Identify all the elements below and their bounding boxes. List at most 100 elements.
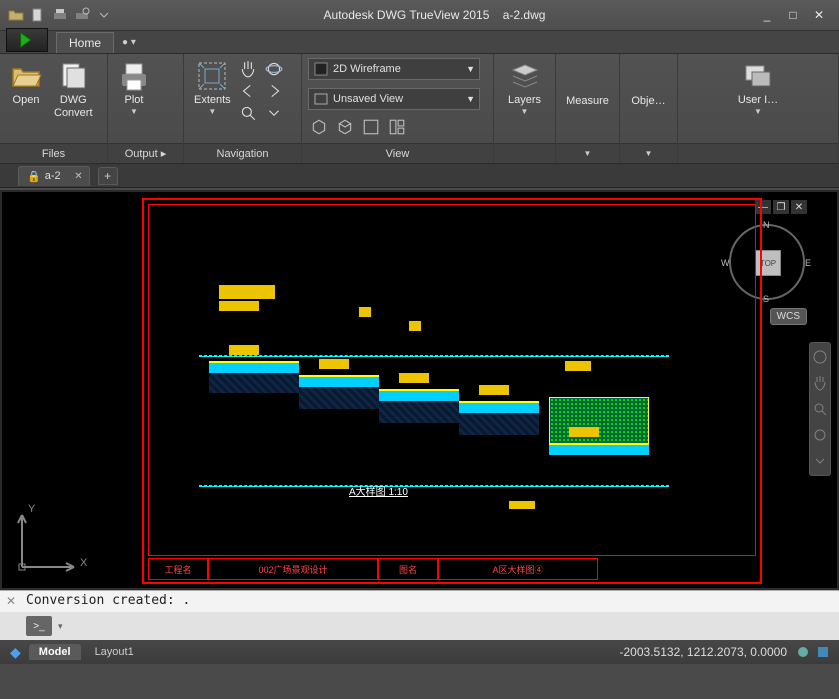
wcs-badge[interactable]: WCS [770,308,807,325]
ribbon-tab-row: Home ● ▾ [0,30,839,54]
doc-tab-label: a-2 [45,170,61,182]
measure-arrow[interactable]: ▼ [556,143,619,163]
minimize-button[interactable]: _ [757,7,777,23]
nav-pan-icon[interactable] [812,375,828,391]
title-bar: Autodesk DWG TrueView 2015 a-2.dwg _ □ ✕ [0,0,839,30]
ucs-icon: Y X [12,507,82,580]
panel-title-navigation: Navigation [184,143,301,163]
tb-field-3: 图名 [378,558,438,580]
dir-e[interactable]: E [805,258,811,268]
scale-caption: A大样图 1:10 [349,483,408,498]
title-filename: a-2.dwg [503,8,546,22]
visual-style-dropdown[interactable]: 2D Wireframe ▼ [308,58,480,80]
layout-indicator-icon: ◆ [10,644,21,661]
user-dropdown-icon[interactable]: ▼ [754,107,762,116]
qat-preview-icon[interactable] [74,7,90,23]
nav-more-icon[interactable] [265,104,283,122]
status-bar: ◆ Model Layout1 -2003.5132, 1212.2073, 0… [0,640,839,664]
nav-orbit-icon[interactable] [812,427,828,443]
plot-label: Plot [125,94,144,107]
qat-new-icon[interactable] [30,7,46,23]
layout-tab-model[interactable]: Model [29,644,81,660]
plot-dropdown-icon[interactable]: ▼ [130,107,138,116]
dwg-convert-button[interactable]: DWG Convert [50,58,97,122]
tab-home[interactable]: Home [56,32,114,53]
zoom-next-icon[interactable] [265,82,283,100]
named-view-label: Unsaved View [333,93,466,105]
tb-field-1: 工程名 [148,558,208,580]
tab-addins[interactable]: ● ▾ [122,37,136,48]
tb-field-4: A区大样图④ [438,558,598,580]
extents-label: Extents [194,94,231,107]
panel-output: Plot ▼ Output ▸ [108,54,184,163]
visual-style-icon [313,61,329,77]
nav-zoom-icon[interactable] [812,401,828,417]
doc-tab-close-icon[interactable]: ✕ [74,171,82,182]
close-button[interactable]: ✕ [809,7,829,23]
object-button[interactable]: Obje… [627,89,669,110]
pan-icon[interactable] [239,60,257,78]
status-icon-2[interactable] [815,644,831,660]
plot-button[interactable]: Plot ▼ [114,58,154,118]
ribbon: Open DWG Convert Files Plot ▼ Output ▸ E… [0,54,839,164]
document-tab-bar: 🔒 a-2 ✕ + [0,164,839,188]
user-interface-button[interactable]: User I… ▼ [734,58,782,118]
view-single-icon[interactable] [362,118,380,136]
nav-wheel-icon[interactable] [812,349,828,365]
panel-measure: Measure ▼ [556,54,620,163]
layout-tabs: ◆ Model Layout1 [0,644,144,661]
maximize-button[interactable]: □ [783,7,803,23]
panel-navigation: Extents ▼ Navigation [184,54,302,163]
object-arrow[interactable]: ▼ [620,143,677,163]
measure-button[interactable]: Measure [562,89,613,110]
lock-icon: 🔒 [27,170,41,183]
command-prompt[interactable]: >_ ▾ [0,612,839,640]
open-button[interactable]: Open [6,58,46,109]
drawing-viewport[interactable]: — ❐ ✕ TOP N E S W WCS [0,190,839,590]
vp-restore[interactable]: ❐ [773,200,789,214]
add-tab-button[interactable]: + [98,167,118,185]
qat-plot-icon[interactable] [52,7,68,23]
zoom-prev-icon[interactable] [239,82,257,100]
panel-title-files: Files [0,143,107,163]
app-menu-button[interactable] [6,28,48,52]
app-title-text: Autodesk DWG TrueView 2015 [324,8,490,22]
nav-more-icon[interactable] [812,453,828,469]
view-box-icon[interactable] [310,118,328,136]
view-multi-icon[interactable] [388,118,406,136]
user-label: User I… [738,94,778,107]
layers-button[interactable]: Layers ▼ [504,58,545,118]
dir-s[interactable]: S [763,294,769,304]
navigation-bar [809,342,831,476]
dir-n[interactable]: N [763,220,770,230]
cmd-prompt-arrow: ▾ [58,621,63,632]
view-small-icons [308,118,487,136]
extents-dropdown-icon[interactable]: ▼ [208,107,216,116]
chevron-down-icon: ▼ [466,64,475,74]
named-view-dropdown[interactable]: Unsaved View ▼ [308,88,480,110]
panel-files: Open DWG Convert Files [0,54,108,163]
layout-tab-layout1[interactable]: Layout1 [85,644,144,660]
visual-style-label: 2D Wireframe [333,63,466,75]
tb-field-2: 002广场景观设计 [208,558,378,580]
layers-dropdown-icon[interactable]: ▼ [521,107,529,116]
extents-button[interactable]: Extents ▼ [190,58,235,118]
open-label: Open [13,94,40,107]
qat-open-icon[interactable] [8,7,24,23]
vp-close[interactable]: ✕ [791,200,807,214]
dwg-convert-label: DWG Convert [54,94,93,120]
status-icon-1[interactable] [795,644,811,660]
object-label: Obje… [631,95,665,108]
ucs-y-label: Y [28,503,35,515]
title-block: 工程名 002广场景观设计 图名 A区大样图④ [148,558,756,580]
look-icon[interactable] [239,104,257,122]
cmd-close-icon[interactable]: ✕ [4,594,18,608]
panel-user: User I… ▼ [678,54,839,163]
doc-tab-current[interactable]: 🔒 a-2 ✕ [18,166,90,186]
panel-title-user [678,143,838,163]
panel-object: Obje… ▼ [620,54,678,163]
orbit-icon[interactable] [265,60,283,78]
view-cube-icon[interactable] [336,118,354,136]
qat-dropdown-icon[interactable] [96,7,112,23]
panel-title-output[interactable]: Output ▸ [108,143,183,163]
